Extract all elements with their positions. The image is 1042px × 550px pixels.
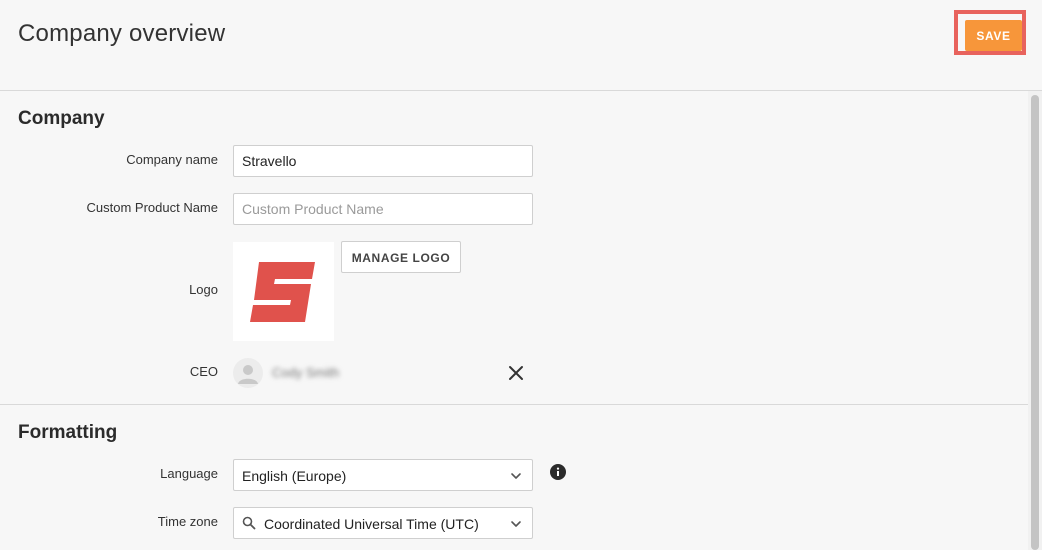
timezone-label: Time zone <box>157 514 218 529</box>
custom-product-name-input[interactable] <box>233 193 533 225</box>
language-label: Language <box>160 466 218 481</box>
page-header: Company overview SAVE <box>0 0 1042 91</box>
company-name-label: Company name <box>126 152 218 167</box>
vertical-scrollbar[interactable] <box>1028 91 1042 550</box>
main-content: Company Company name Custom Product Name… <box>0 91 1028 550</box>
ceo-label: CEO <box>189 364 218 379</box>
info-icon[interactable] <box>550 464 566 480</box>
remove-ceo-button[interactable] <box>506 363 526 383</box>
language-value: English (Europe) <box>242 468 347 484</box>
section-title-formatting: Formatting <box>18 422 118 443</box>
custom-product-name-label: Custom Product Name <box>86 200 219 215</box>
company-logo <box>233 242 334 341</box>
chevron-down-icon <box>511 473 521 479</box>
timezone-select[interactable]: Coordinated Universal Time (UTC) <box>233 507 533 539</box>
scrollbar-thumb[interactable] <box>1031 95 1039 550</box>
page-title: Company overview <box>18 20 226 47</box>
close-icon <box>509 366 523 380</box>
search-icon <box>242 516 256 530</box>
company-name-input[interactable] <box>233 145 533 177</box>
save-button[interactable]: SAVE <box>965 20 1022 51</box>
manage-logo-button[interactable]: MANAGE LOGO <box>341 241 461 273</box>
language-select[interactable]: English (Europe) <box>233 459 533 491</box>
logo-label: Logo <box>189 282 218 297</box>
section-divider <box>0 404 1028 405</box>
ceo-name: Cody Smith <box>272 365 340 380</box>
chevron-down-icon <box>511 521 521 527</box>
person-icon <box>238 365 258 384</box>
timezone-value: Coordinated Universal Time (UTC) <box>264 516 479 532</box>
ceo-avatar <box>233 358 263 388</box>
section-title-company: Company <box>18 108 105 129</box>
stravello-s-logo <box>250 262 315 322</box>
